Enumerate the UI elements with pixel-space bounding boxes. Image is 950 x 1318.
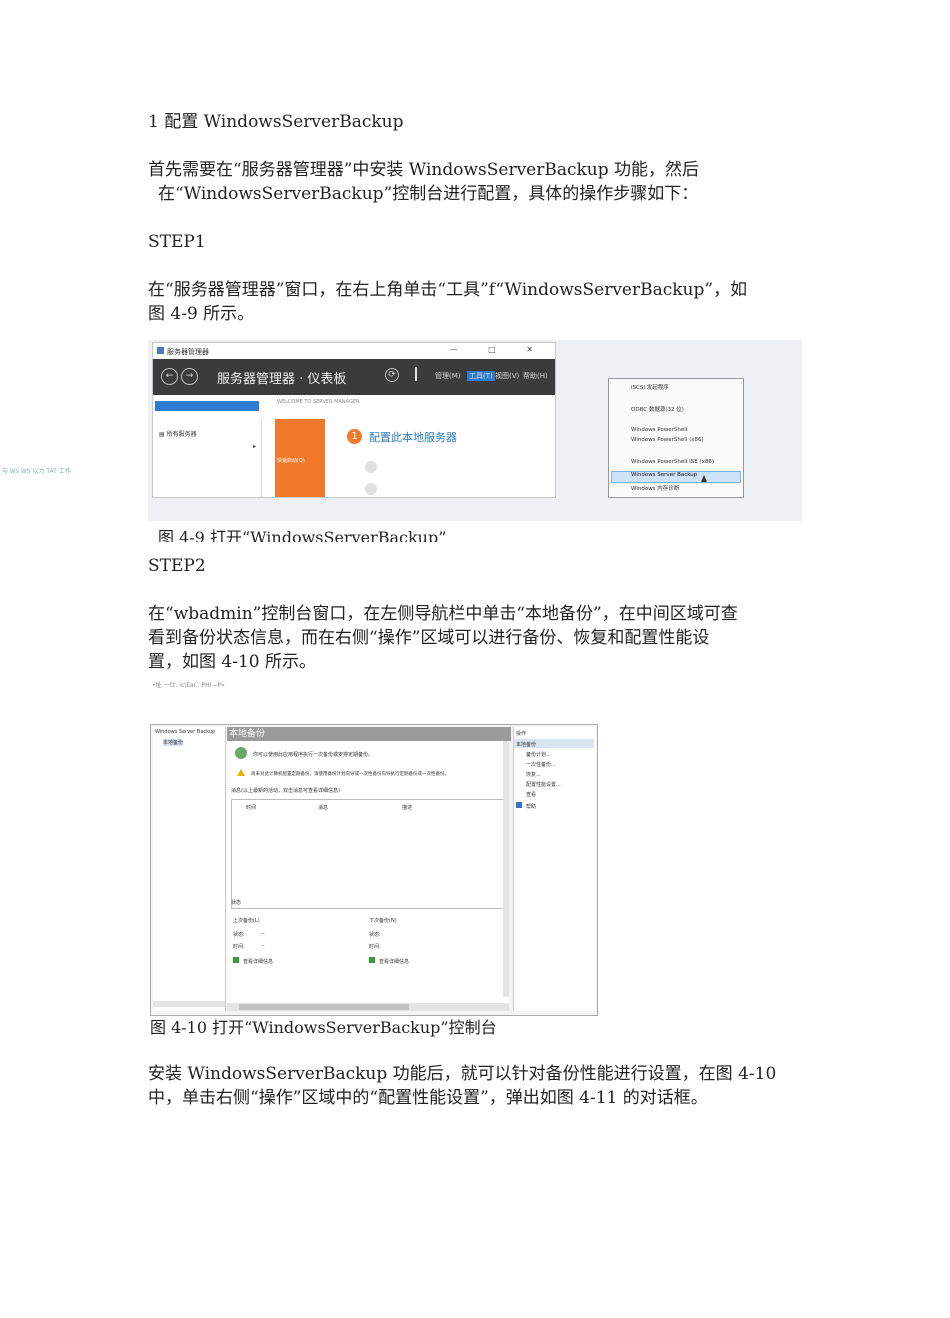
actions-pane: 操作 本地备份 备份计划... 一次性备份... 恢复... 配置性能设置...… [513,727,596,1011]
step1-title: STEP1 [148,232,206,252]
tools-item-windows-server-backup[interactable]: Windows Server Backup [631,472,697,478]
back-arrow-icon[interactable]: ← [161,368,178,385]
tree-item-local-backup[interactable]: 本地备份 [163,739,184,746]
tools-item-iscsi[interactable]: iSCSI 发起程序 [631,383,669,391]
view-details-last[interactable]: 查看详细信息 [243,958,273,965]
sidebar-item-all-servers[interactable]: ▤ 所有服务器 [159,429,197,438]
figure-4-9-screenshot: 服务器管理器 — □ ✕ ← → 服务器管理器 · 仪表板 ⟳ 管理(M) 工具… [148,340,802,521]
last-status-value: -- [261,931,265,937]
server-manager-window: 服务器管理器 — □ ✕ ← → 服务器管理器 · 仪表板 ⟳ 管理(M) 工具… [152,342,556,498]
configure-local-server-link[interactable]: 配置此本地服务器 [369,429,457,445]
last-backup-label: 上次备份(L) [233,918,260,924]
column-time[interactable]: 时间 [246,804,256,811]
tree-scrollbar[interactable] [153,1001,225,1007]
window-titlebar: 服务器管理器 — □ ✕ [153,343,555,359]
last-status-key: 状态: [233,932,245,938]
refresh-icon[interactable]: ⟳ [385,368,399,382]
closing-line-2: 中，单击右侧“操作”区域中的“配置性能设置”，弹出如图 4-11 的对话框。 [148,1088,708,1108]
window-title: 服务器管理器 [167,348,209,356]
step1-text-line-2: 图 4-9 所示。 [148,304,255,324]
sidebar-item-label: 所有服务器 [166,431,197,438]
actions-group-label: 本地备份 [516,742,537,748]
sidebar-expand-icon[interactable]: ▸ [253,443,256,450]
step2-text-line-1: 在“wbadmin”控制台窗口，在左侧导航栏中单击“本地备份”，在中间区域可查 [148,604,738,624]
next-time-key: 时间: [369,944,381,950]
actions-group-header[interactable]: 本地备份 [514,739,594,748]
menu-tools[interactable]: 工具(T) [467,371,495,381]
flag-icon[interactable] [415,367,427,381]
action-view[interactable]: 查看 [526,791,536,798]
server-manager-navbar: ← → 服务器管理器 · 仪表板 ⟳ 管理(M) 工具(T) 视图(V) 帮助(… [153,359,555,395]
side-note: 与 Ws WS 以力 TAT 工作 [2,468,71,475]
quick-start-label: 快速启动(Q) [277,458,305,464]
intro-line-1: 首先需要在“服务器管理器”中安装 WindowsServerBackup 功能，… [148,160,700,180]
menu-manage[interactable]: 管理(M) [435,371,461,381]
action-configure-performance[interactable]: 配置性能设置... [526,781,561,788]
details-icon-last [233,957,239,963]
pane-header: 本地备份 [227,727,511,741]
tools-item-odbc[interactable]: ODBC 数据源(32 位) [631,405,684,413]
figure-4-10-screenshot: Windows Server Backup 本地备份 本地备份 你可以使用此应用… [150,724,598,1016]
messages-table: 时间 消息 描述 [231,799,505,909]
step2-title: STEP2 [148,556,206,576]
next-status-key: 状态: [369,932,381,938]
blurred-option-1 [365,461,377,473]
warning-text: 尚未对此计算机配置定期备份，请使用备份计划向导或一次性备份向导执行定期备份或一次… [251,772,449,777]
step1-text-line-1: 在“服务器管理器”窗口，在右上角单击“工具”f“WindowsServerBac… [148,280,748,300]
action-help[interactable]: 帮助 [526,803,536,810]
step2-text-line-2: 看到备份状态信息，而在右侧“操作”区域可以进行备份、恢复和配置性能设 [148,628,710,648]
view-details-next[interactable]: 查看详细信息 [379,958,409,965]
horizontal-scrollbar[interactable] [227,1003,509,1011]
figure-4-10-caption: 图 4-10 打开“WindowsServerBackup”控制台 [150,1018,497,1037]
menu-help[interactable]: 帮助(H) [523,371,548,381]
server-manager-icon [157,347,164,354]
tools-item-powershell[interactable]: Windows PowerShell [631,427,687,433]
closing-line-1: 安装 WindowsServerBackup 功能后，就可以针对备份性能进行设置… [148,1064,777,1084]
messages-label: 消息(以上最新的活动，双击消息可查看详细信息) [231,788,340,794]
intro-text: 你可以使用此应用程序执行一次备份或安排定期备份。 [253,752,374,758]
next-backup-label: 下次备份(N) [369,918,397,924]
forward-arrow-icon[interactable]: → [181,368,198,385]
breadcrumb: 服务器管理器 · 仪表板 [217,372,347,387]
server-manager-sidebar: ▤ 所有服务器 ▸ [153,395,262,497]
step2-text-line-3: 置，如图 4-10 所示。 [148,652,316,672]
tools-dropdown-menu: iSCSI 发起程序 ODBC 数据源(32 位) Windows PowerS… [608,378,744,498]
action-recover[interactable]: 恢复... [526,771,541,778]
details-icon-next [369,957,375,963]
local-backup-pane: 本地备份 你可以使用此应用程序执行一次备份或安排定期备份。 尚未对此计算机配置定… [227,727,511,1011]
navigation-tree: Windows Server Backup 本地备份 [153,727,226,1011]
quick-start-tile[interactable]: 快速启动(Q) [275,419,325,497]
tools-item-powershell-ise[interactable]: Windows PowerShell ISE (x86) [631,459,714,465]
mouse-cursor-icon [701,475,707,482]
tools-item-memory-diagnostic[interactable]: Windows 内存诊断 [631,484,679,492]
status-label: 状态 [231,900,242,906]
small-note: •址 一仕. ic\Ear.: PHI—P» [152,682,225,689]
column-description[interactable]: 描述 [402,804,412,811]
backup-icon [235,747,247,759]
last-time-value: -- [261,943,265,949]
section-heading: 1 配置 WindowsServerBackup [148,112,404,132]
action-backup-once[interactable]: 一次性备份... [526,761,556,768]
scroll-thumb[interactable] [239,1004,409,1010]
column-message[interactable]: 消息 [318,804,328,811]
intro-line-2: 在“WindowsServerBackup”控制台进行配置，具体的操作步骤如下： [158,184,699,204]
tree-root[interactable]: Windows Server Backup [155,729,215,735]
blurred-option-2 [365,483,377,495]
menu-view[interactable]: 视图(V) [495,371,519,381]
step-number-badge: 1 [347,429,362,444]
welcome-text: WELCOME TO SERVER MANAGER [277,399,360,405]
action-backup-schedule[interactable]: 备份计划... [526,751,551,758]
tools-item-powershell-x86[interactable]: Windows PowerShell (x86) [631,437,704,443]
window-controls[interactable]: — □ ✕ [450,345,547,354]
figure-4-9-caption: 图 4-9 打开“WindowsServerBackup” [158,528,447,542]
actions-title: 操作 [516,731,527,737]
last-time-key: 时间: [233,944,245,950]
warning-icon [237,769,245,776]
vertical-scrollbar[interactable] [503,741,509,997]
help-icon [516,802,522,808]
welcome-strip: WELCOME TO SERVER MANAGER [261,395,359,419]
sidebar-selected-item[interactable] [155,401,259,411]
